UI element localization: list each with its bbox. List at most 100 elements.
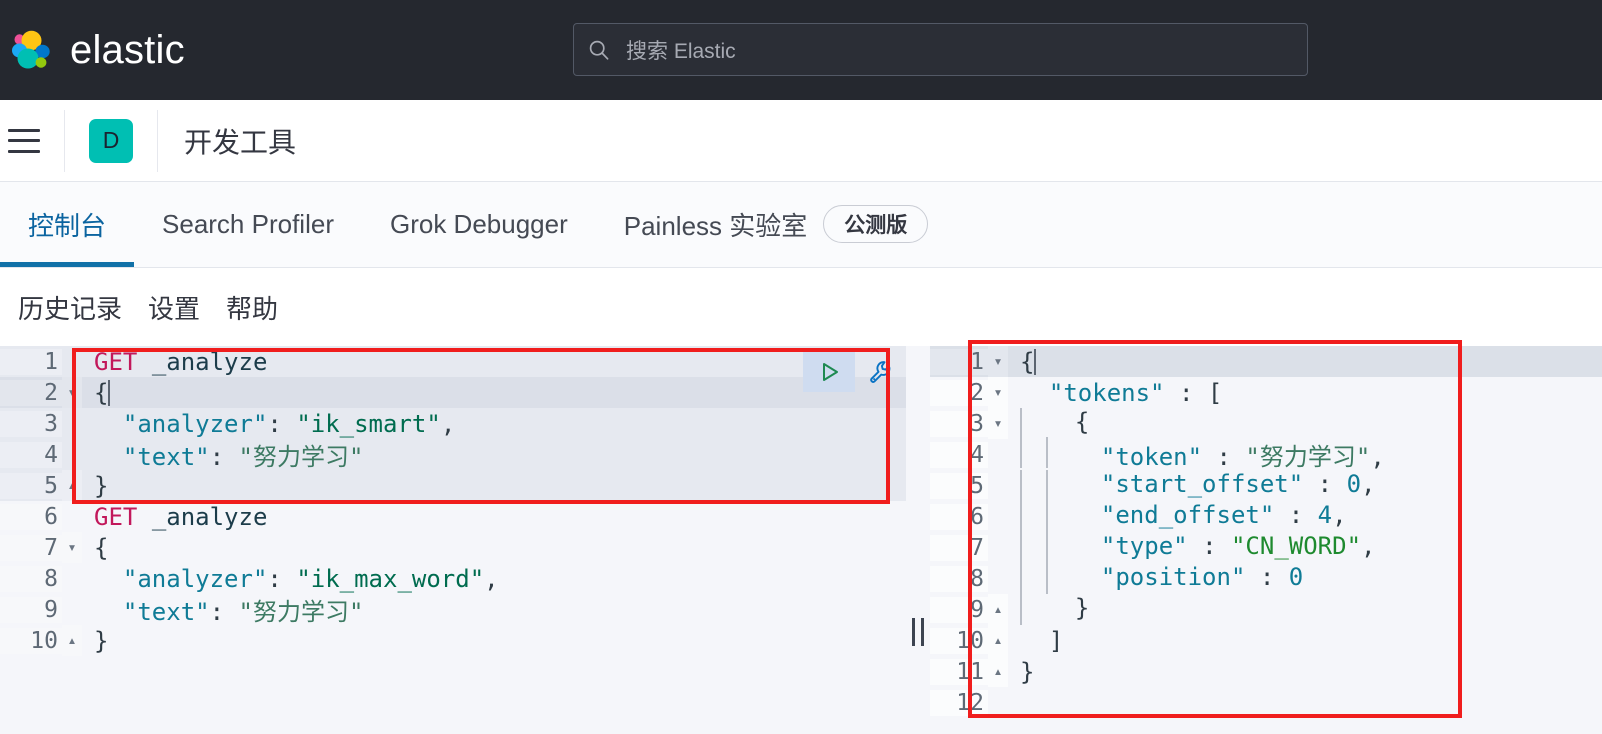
code-line[interactable]: 7 "type" : "CN_WORD", (930, 532, 1602, 563)
code-line[interactable]: 7 ▾ { (0, 532, 906, 563)
code-line[interactable]: 1 ▾ { (930, 346, 1602, 377)
line-number: 5 (0, 472, 62, 499)
request-editor-lines[interactable]: 1 GET _analyze 2 ▾{3 "analyzer": "ik_smart"… (0, 346, 906, 656)
global-search-box[interactable]: 搜索 Elastic (573, 23, 1308, 76)
code-text: GET _analyze (82, 348, 906, 376)
fold-toggle-icon[interactable]: ▾ (62, 377, 82, 408)
code-line[interactable]: 6 GET _analyze (0, 501, 906, 532)
code-text: } (1008, 594, 1602, 625)
fold-toggle-icon[interactable]: ▾ (988, 377, 1008, 408)
code-text: } (1008, 658, 1602, 686)
header-divider-1 (64, 109, 65, 172)
code-text: { (82, 534, 906, 562)
code-line[interactable]: 3 ▾ { (930, 408, 1602, 439)
code-line[interactable]: 6 "end_offset" : 4, (930, 501, 1602, 532)
line-number: 1 (0, 348, 62, 375)
fold-toggle-icon[interactable]: ▴ (988, 594, 1008, 625)
tab-grok-debugger[interactable]: Grok Debugger (362, 181, 596, 267)
settings-button[interactable]: 设置 (138, 289, 210, 326)
app-avatar-badge[interactable]: D (89, 118, 133, 163)
token-punct: : (1202, 532, 1217, 560)
fold-toggle-icon[interactable]: ▴ (988, 625, 1008, 656)
token-url: _analyze (151, 347, 268, 376)
request-wrench-icon[interactable] (861, 352, 901, 392)
indent-guide (1020, 563, 1022, 594)
tab-painless-lab[interactable]: Painless 实验室 公测版 (596, 181, 957, 267)
token-method: GET (94, 347, 138, 376)
code-line[interactable]: 9 "text": "努力学习" (0, 592, 906, 627)
code-text: } (82, 627, 906, 655)
line-number: 8 (930, 565, 988, 592)
fold-toggle-icon[interactable]: ▴ (62, 470, 82, 501)
indent-guide (1046, 532, 1048, 563)
code-line[interactable]: 4 "text": "努力学习" (0, 439, 906, 471)
indent-guide (1020, 594, 1022, 625)
tab-search-profiler[interactable]: Search Profiler (134, 181, 362, 267)
fold-toggle-icon[interactable]: ▴ (62, 625, 82, 656)
token-punct: : (1178, 378, 1194, 407)
code-line[interactable]: 2 ▾ "tokens" : [ (930, 377, 1602, 408)
code-line[interactable]: 10 ▴ ] (930, 625, 1602, 656)
fold-toggle-icon[interactable]: ▴ (988, 656, 1008, 687)
response-editor-pane[interactable]: 1 ▾{2 ▾ "tokens" : [3 ▾ {4 "token" : "努力学习"… (930, 346, 1602, 734)
history-button[interactable]: 历史记录 (8, 289, 132, 326)
elastic-brand[interactable]: elastic (8, 26, 185, 74)
line-number: 12 (930, 689, 988, 716)
token-brace: } (1074, 594, 1090, 622)
code-line[interactable]: 1 GET _analyze (0, 346, 906, 377)
tab-painless-lab-label: Painless 实验室 (623, 210, 808, 241)
code-line[interactable]: 2 ▾ { (0, 377, 906, 408)
response-editor-lines[interactable]: 1 ▾{2 ▾ "tokens" : [3 ▾ {4 "token" : "努力学习"… (930, 346, 1602, 718)
code-line[interactable]: 3 "analyzer": "ik_smart", (0, 408, 906, 439)
token-key: "token" (1100, 443, 1203, 471)
line-number: 3 (930, 410, 988, 437)
token-punct: , (1361, 532, 1376, 560)
fold-toggle-icon[interactable]: ▾ (988, 408, 1008, 439)
token-url: _analyze (151, 502, 268, 531)
token-punct: , (1370, 443, 1385, 471)
global-search[interactable]: 搜索 Elastic (573, 23, 1308, 76)
brand-name: elastic (70, 27, 185, 72)
code-line[interactable]: 11 ▴} (930, 656, 1602, 687)
code-text: "text": "努力学习" (82, 592, 906, 627)
elastic-logo-icon (8, 26, 56, 74)
fold-toggle-icon[interactable]: ▾ (988, 346, 1008, 377)
line-number: 3 (0, 410, 62, 437)
indent-guide (1020, 437, 1022, 468)
code-line[interactable]: 4 "token" : "努力学习", (930, 437, 1602, 471)
line-number: 5 (930, 472, 988, 499)
code-line[interactable]: 12 (930, 687, 1602, 718)
token-key: "analyzer" (122, 564, 268, 593)
token-punct: : (1259, 563, 1275, 591)
code-text: { (82, 379, 906, 407)
global-search-placeholder: 搜索 Elastic (626, 39, 736, 63)
tab-console[interactable]: 控制台 (0, 181, 135, 267)
token-punct: : (1288, 501, 1304, 529)
token-punct: : (1317, 470, 1333, 498)
token-brace: [ (1207, 378, 1223, 407)
token-num: 0 (1346, 470, 1362, 498)
code-line[interactable]: 8 "position" : 0 (930, 563, 1602, 594)
pane-splitter[interactable] (906, 346, 930, 734)
send-request-play-icon[interactable] (803, 352, 855, 392)
code-line[interactable]: 9 ▴ } (930, 594, 1602, 625)
help-button[interactable]: 帮助 (216, 289, 288, 326)
code-line[interactable]: 5 "start_offset" : 0, (930, 470, 1602, 501)
pane-splitter-grip-icon[interactable] (912, 618, 924, 646)
indent-guide (1020, 408, 1022, 439)
request-editor-pane[interactable]: 1 GET _analyze 2 ▾{3 "analyzer": "ik_smart"… (0, 346, 906, 734)
code-line[interactable]: 5 ▴} (0, 470, 906, 501)
token-key: "start_offset" (1100, 470, 1304, 498)
fold-toggle-icon[interactable]: ▾ (62, 532, 82, 563)
line-number: 6 (930, 503, 988, 530)
code-line[interactable]: 8 "analyzer": "ik_max_word", (0, 563, 906, 594)
code-line[interactable]: 10 ▴} (0, 625, 906, 656)
hamburger-menu-icon[interactable] (8, 128, 40, 153)
